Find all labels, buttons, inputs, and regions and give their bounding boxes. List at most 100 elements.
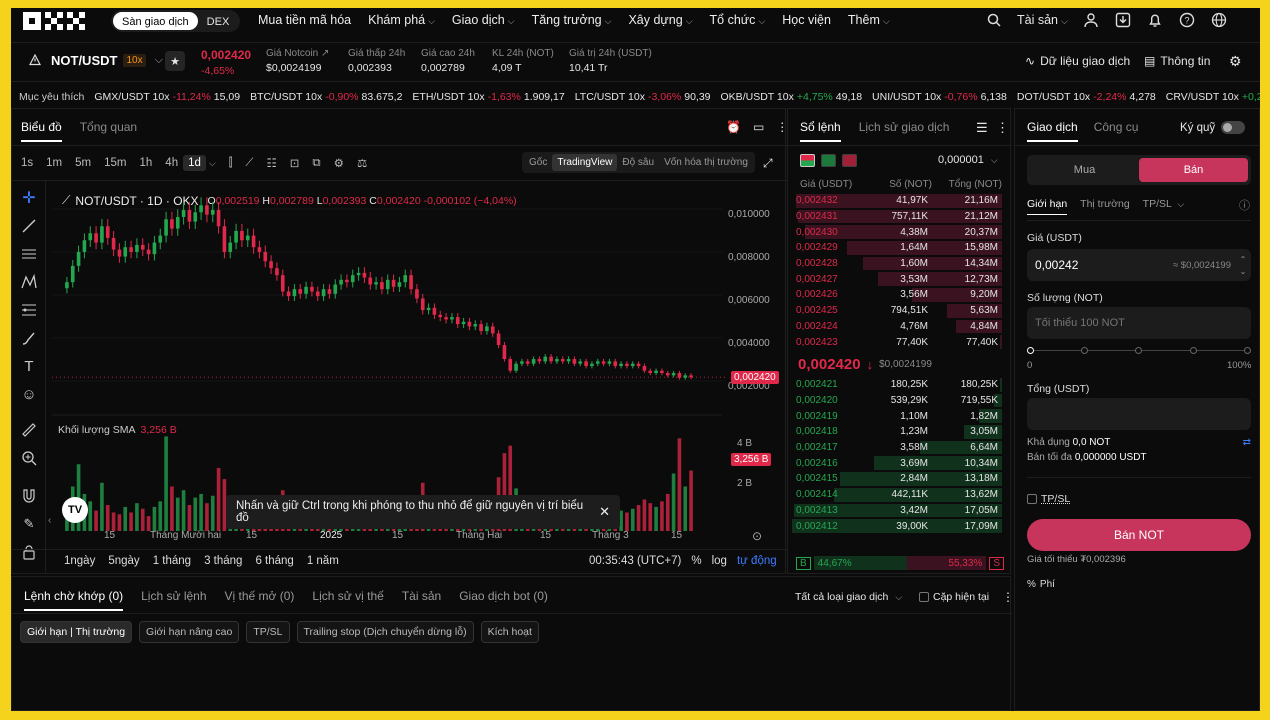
checkbox[interactable] — [919, 592, 929, 602]
percent-toggle[interactable]: % — [691, 555, 701, 567]
magnet-icon[interactable] — [18, 485, 40, 507]
ask-row[interactable]: 0,002429 1,64M 15,98M — [792, 240, 1002, 256]
crosshair-icon[interactable]: ✛ — [18, 187, 40, 209]
total-input[interactable] — [1027, 398, 1251, 430]
range-1d[interactable]: 1ngày — [64, 555, 95, 567]
star-icon[interactable]: ★ — [165, 51, 185, 71]
tab-orderbook[interactable]: Sổ lệnh — [800, 120, 841, 142]
nav-trade[interactable]: Giao dịch ⌵ — [452, 13, 515, 27]
price-input[interactable]: 0,00242 ≈ $0,0024199 — [1027, 249, 1251, 281]
current-pair-checkbox[interactable]: Cặp hiện tại — [919, 591, 989, 603]
nav-buy-crypto[interactable]: Mua tiền mã hóa — [258, 13, 351, 27]
gear-icon[interactable]: ⚙ — [334, 156, 344, 170]
ask-row[interactable]: 0,002428 1,60M 14,34M — [792, 256, 1002, 272]
bid-row[interactable]: 0,002421 180,25K 180,25K — [792, 377, 1002, 393]
pencil-lock-icon[interactable]: ✎ — [18, 513, 40, 535]
compare-scale-icon[interactable]: ⚖ — [357, 156, 367, 170]
bids-only-icon[interactable] — [821, 154, 836, 167]
fav-item[interactable]: BTC/USDT 10x -0,90% 83.675,2 — [250, 91, 402, 103]
info-button[interactable]: ▤ Thông tin — [1144, 54, 1210, 68]
price-stepper[interactable]: ⌃ ⌄ — [1235, 249, 1251, 281]
ask-row[interactable]: 0,002423 77,40K 77,40K — [792, 334, 1002, 350]
tab-dex[interactable]: DEX — [198, 12, 239, 30]
chevron-left-icon[interactable]: ‹ — [48, 515, 51, 526]
ask-row[interactable]: 0,002425 794,51K 5,63M — [792, 303, 1002, 319]
trade-type-filter[interactable]: Tất cả loại giao dịch ⌵ — [795, 591, 902, 603]
fav-item[interactable]: DOT/USDT 10x -2,24% 4,278 — [1017, 91, 1156, 103]
range-1m[interactable]: 1 tháng — [153, 555, 191, 567]
ask-row[interactable]: 0,002432 41,97K 21,16M — [792, 193, 1002, 209]
interval-1d[interactable]: 1d — [183, 155, 206, 171]
chip-limit-market[interactable]: Giới hạn | Thị trường — [20, 621, 133, 643]
interval-5m[interactable]: 5m — [75, 157, 91, 169]
candle-type-icon[interactable]: ⫿ — [229, 157, 233, 170]
gear-icon[interactable]: ⚙ — [1229, 53, 1242, 70]
bid-row[interactable]: 0,002416 3,69M 10,34M — [792, 455, 1002, 471]
sell-tab[interactable]: Bán — [1139, 158, 1248, 182]
tradingview-logo-icon[interactable]: TV — [62, 497, 88, 523]
chevron-down-icon[interactable]: ⌄ — [1240, 267, 1247, 276]
type-limit[interactable]: Giới hạn — [1027, 198, 1068, 215]
download-icon[interactable] — [1114, 11, 1132, 29]
slider-stop[interactable] — [1081, 347, 1088, 354]
ruler-icon[interactable] — [18, 419, 40, 441]
sell-submit-button[interactable]: Bán NOT — [1027, 519, 1251, 551]
tab-bot-trading[interactable]: Giao dịch bot (0) — [459, 589, 548, 611]
text-tool-icon[interactable]: T — [18, 355, 40, 377]
pattern-icon[interactable] — [18, 271, 40, 293]
clock[interactable]: 00:35:43 (UTC+7) — [589, 555, 681, 567]
fav-item[interactable]: ETH/USDT 10x -1,63% 1.909,17 — [412, 91, 564, 103]
buy-tab[interactable]: Mua — [1030, 164, 1139, 176]
bid-row[interactable]: 0,002414 442,11K 13,62M — [792, 487, 1002, 503]
view-market-cap[interactable]: Vốn hóa thị trường — [659, 154, 753, 171]
nav-more[interactable]: Thêm ⌵ — [848, 13, 890, 27]
fav-item[interactable]: OKB/USDT 10x +4,75% 49,18 — [721, 91, 863, 103]
ask-row[interactable]: 0,002430 4,38M 20,37M — [792, 224, 1002, 240]
tab-chart[interactable]: Biểu đồ — [21, 120, 62, 142]
templates-icon[interactable]: ☷ — [266, 156, 276, 170]
tab-tools[interactable]: Công cụ — [1094, 120, 1139, 142]
range-6m[interactable]: 6 tháng — [255, 555, 293, 567]
log-toggle[interactable]: log — [712, 555, 727, 567]
fav-item[interactable]: GMX/USDT 10x -11,24% 15,09 — [94, 91, 240, 103]
bid-row[interactable]: 0,002413 3,42M 17,05M — [792, 503, 1002, 519]
slider-handle[interactable] — [1027, 347, 1034, 354]
tab-position-history[interactable]: Lịch sử vị thế — [312, 589, 383, 611]
interval-15m[interactable]: 15m — [104, 157, 126, 169]
sliders-icon[interactable]: ☰ — [976, 120, 988, 136]
alert-add-icon[interactable]: ⏰ — [726, 120, 741, 134]
chevron-down-icon[interactable]: ⌵ — [209, 158, 216, 169]
chip-trigger[interactable]: Kích hoạt — [480, 621, 539, 643]
tpsl-checkbox[interactable]: TP/SL — [1027, 493, 1070, 505]
external-link-icon[interactable]: ↗ — [321, 48, 329, 59]
zoom-in-icon[interactable] — [18, 447, 40, 469]
chevron-up-icon[interactable]: ⌃ — [1240, 255, 1247, 264]
nav-discover[interactable]: Khám phá ⌵ — [368, 13, 435, 27]
bid-row[interactable]: 0,002415 2,84M 13,18M — [792, 471, 1002, 487]
close-icon[interactable]: ✕ — [599, 504, 610, 520]
tab-open-positions[interactable]: Vị thế mở (0) — [225, 589, 295, 611]
globe-icon[interactable] — [1210, 11, 1228, 29]
asks-only-icon[interactable] — [842, 154, 857, 167]
assets-menu[interactable]: Tài sản ⌵ — [1017, 13, 1068, 27]
checkbox[interactable] — [1027, 494, 1037, 504]
range-3m[interactable]: 3 tháng — [204, 555, 242, 567]
slider-stop[interactable] — [1135, 347, 1142, 354]
user-icon[interactable] — [1082, 11, 1100, 29]
tick-size-select[interactable]: 0,000001 ⌵ — [938, 154, 998, 166]
bid-row[interactable]: 0,002418 1,23M 3,05M — [792, 424, 1002, 440]
margin-toggle[interactable]: Ký quỹ — [1180, 121, 1246, 134]
fav-item[interactable]: CRV/USDT 10x+0,26% — [1166, 91, 1260, 103]
bell-icon[interactable] — [1146, 11, 1164, 29]
search-icon[interactable] — [985, 11, 1003, 29]
nav-grow[interactable]: Tăng trưởng ⌵ — [532, 13, 612, 27]
ask-row[interactable]: 0,002426 3,56M 9,20M — [792, 287, 1002, 303]
chip-advanced-limit[interactable]: Giới hạn nâng cao — [139, 621, 240, 643]
nav-learn[interactable]: Học viện — [782, 13, 831, 27]
more-icon[interactable]: ⋮ — [1002, 590, 1014, 604]
view-depth[interactable]: Độ sâu — [617, 154, 659, 171]
interval-1s[interactable]: 1s — [21, 157, 33, 169]
fib-icon[interactable] — [18, 299, 40, 321]
nav-institutions[interactable]: Tổ chức ⌵ — [710, 13, 766, 27]
interval-1m[interactable]: 1m — [46, 157, 62, 169]
